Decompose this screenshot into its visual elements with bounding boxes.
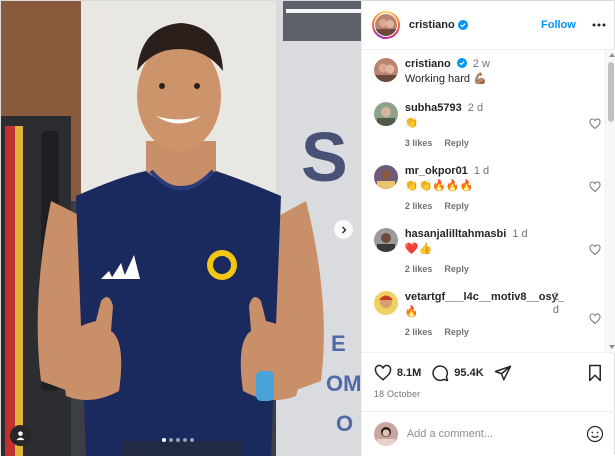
- chevron-right-icon: [341, 226, 346, 233]
- verified-badge-icon: [457, 20, 468, 30]
- follow-button[interactable]: Follow: [541, 19, 576, 31]
- comment-item: vetartgf___l4c__motiv8__osy_ 🔥 2 likes R…: [373, 291, 602, 337]
- carousel-dot: [162, 438, 166, 442]
- smiley-icon[interactable]: [586, 425, 604, 443]
- comment-likes-count[interactable]: 2 likes: [405, 264, 433, 274]
- carousel-dot: [176, 438, 180, 442]
- comment-text: 👏👏🔥🔥🔥: [404, 180, 474, 192]
- svg-text:S: S: [301, 118, 348, 196]
- avatar[interactable]: [373, 102, 398, 126]
- comments-count[interactable]: 95.4K: [454, 367, 483, 379]
- comment-username[interactable]: subha5793: [405, 102, 462, 114]
- post-author-username[interactable]: cristiano: [409, 19, 455, 31]
- comment-text: ❤️👍: [404, 243, 433, 255]
- scrollbar-thumb[interactable]: [607, 62, 614, 122]
- post-date[interactable]: 18 October: [374, 389, 421, 399]
- post-modal: S E OM O cristiano Follow cristiano 2 w …: [0, 0, 615, 456]
- add-comment-bar: [361, 411, 615, 456]
- more-options-button[interactable]: [592, 18, 606, 32]
- comment-timestamp[interactable]: 1 d: [474, 165, 489, 177]
- comments-list[interactable]: cristiano 2 w Working hard 💪🏽 subha5793 …: [362, 50, 605, 352]
- carousel-dot: [183, 438, 187, 442]
- verified-badge-icon: [456, 58, 467, 68]
- comment-username[interactable]: cristiano: [405, 58, 451, 70]
- like-button[interactable]: 8.1M: [374, 364, 421, 382]
- comment-username[interactable]: hasanjalilltahmasbi: [405, 228, 506, 240]
- save-button[interactable]: [586, 364, 604, 382]
- heart-icon[interactable]: [589, 181, 601, 193]
- avatar[interactable]: [373, 291, 398, 315]
- comment-item: hasanjalilltahmasbi 1 d ❤️👍 2 likes Repl…: [373, 228, 602, 274]
- carousel-indicator: [162, 438, 194, 442]
- reply-button[interactable]: Reply: [444, 201, 469, 211]
- comment-likes-count[interactable]: 2 likes: [405, 201, 433, 211]
- comment-likes-count[interactable]: 2 likes: [405, 327, 433, 337]
- scroll-down-arrow[interactable]: [608, 345, 615, 349]
- avatar[interactable]: [373, 58, 398, 82]
- comment-text: 👏: [404, 117, 419, 129]
- svg-text:OM: OM: [326, 371, 361, 396]
- paper-plane-icon: [494, 365, 511, 381]
- scroll-up-arrow[interactable]: [608, 53, 615, 57]
- story-ring[interactable]: [371, 11, 400, 39]
- person-tag-icon: [16, 431, 25, 441]
- reply-button[interactable]: Reply: [444, 327, 469, 337]
- comment-bubble-icon: [432, 365, 449, 382]
- likes-count[interactable]: 8.1M: [397, 367, 421, 379]
- post-image: S E OM O: [1, 1, 361, 456]
- comments-scrollbar[interactable]: [604, 50, 615, 352]
- bookmark-icon: [588, 364, 601, 382]
- post-photo[interactable]: S E OM O: [1, 1, 361, 456]
- heart-icon[interactable]: [589, 244, 601, 256]
- post-actions: 8.1M 95.4K 18 October: [361, 352, 615, 411]
- comment-timestamp[interactable]: 1 d: [512, 228, 527, 240]
- comment-username[interactable]: vetartgf___l4c__motiv8__osy_: [405, 291, 564, 303]
- carousel-dot: [190, 438, 194, 442]
- caption: cristiano 2 w Working hard 💪🏽: [373, 58, 602, 87]
- tagged-people-button[interactable]: [10, 425, 31, 446]
- next-slide-button[interactable]: [334, 220, 353, 239]
- comment-likes-count[interactable]: 3 likes: [405, 138, 433, 148]
- comment-timestamp[interactable]: 2 d: [553, 291, 567, 317]
- svg-text:E: E: [331, 331, 346, 356]
- reply-button[interactable]: Reply: [444, 264, 469, 274]
- heart-icon: [374, 364, 392, 381]
- caption-text: Working hard 💪🏽: [404, 73, 487, 85]
- avatar: [373, 422, 398, 446]
- comment-timestamp[interactable]: 2 w: [473, 58, 490, 70]
- comment-item: subha5793 2 d 👏 3 likes Reply: [373, 102, 602, 148]
- avatar[interactable]: [373, 165, 398, 189]
- comment-button[interactable]: 95.4K: [431, 364, 484, 382]
- comment-input[interactable]: [406, 428, 577, 440]
- comment-username[interactable]: mr_okpor01: [405, 165, 468, 177]
- comment-timestamp[interactable]: 2 d: [468, 102, 483, 114]
- svg-text:O: O: [336, 411, 353, 436]
- post-details-panel: cristiano Follow cristiano 2 w Working h…: [360, 1, 615, 456]
- share-button[interactable]: [494, 364, 512, 382]
- heart-icon[interactable]: [589, 118, 601, 130]
- avatar: [374, 14, 397, 36]
- heart-icon[interactable]: [589, 313, 601, 325]
- more-dots-icon: [592, 23, 606, 27]
- avatar[interactable]: [373, 228, 398, 252]
- comment-item: mr_okpor01 1 d 👏👏🔥🔥🔥 2 likes Reply: [373, 165, 602, 211]
- carousel-dot: [169, 438, 173, 442]
- reply-button[interactable]: Reply: [444, 138, 469, 148]
- post-header: cristiano Follow: [361, 1, 615, 50]
